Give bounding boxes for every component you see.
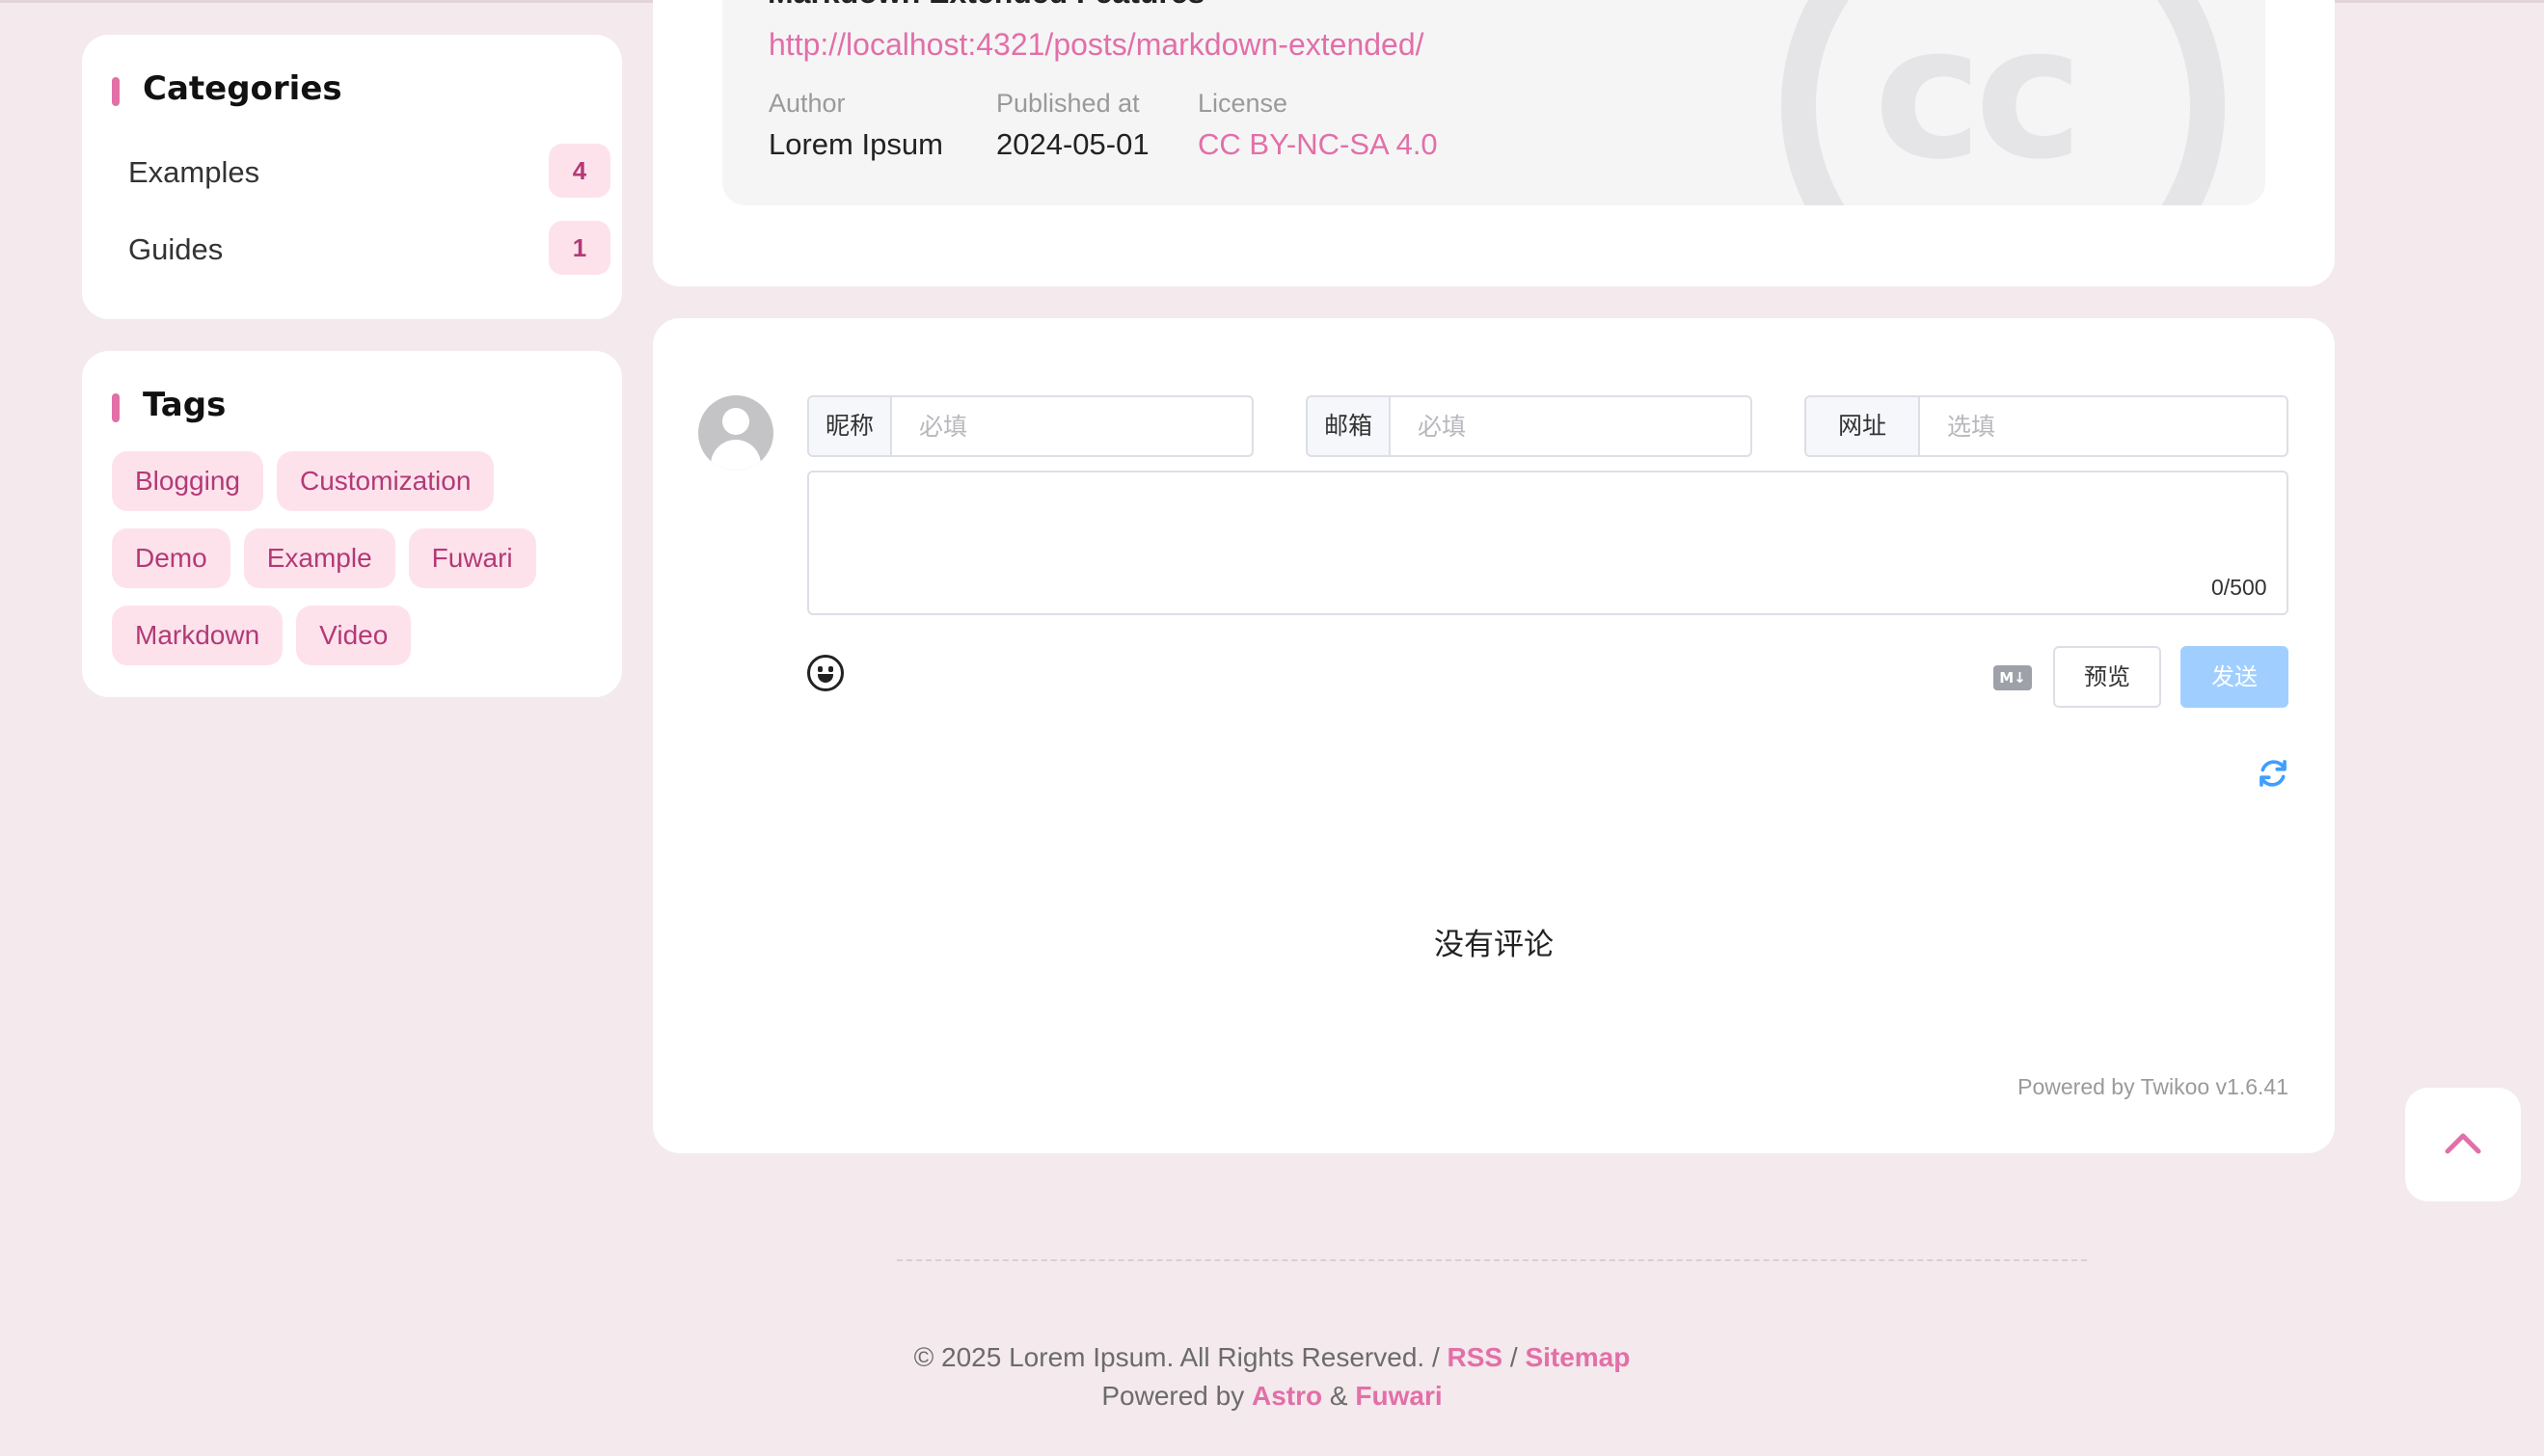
- tags-accent-bar: [112, 393, 120, 422]
- comment-textarea[interactable]: [807, 471, 2288, 615]
- category-label: Examples: [128, 155, 260, 189]
- post-url-link[interactable]: http://localhost:4321/posts/markdown-ext…: [769, 27, 1424, 63]
- empty-comments-text: 没有评论: [1434, 928, 1554, 962]
- avatar: [698, 395, 773, 471]
- categories-title: Categories: [143, 69, 342, 108]
- footer-separator: /: [1509, 1342, 1518, 1372]
- website-field: 网址: [1804, 395, 2288, 457]
- comments-card: 昵称 邮箱 网址 0/500 M↓ 预览 发送 没有评论 Powered by …: [653, 318, 2335, 1153]
- footer-powered-line: Powered by Astro & Fuwari: [0, 1381, 2544, 1412]
- send-button[interactable]: 发送: [2180, 646, 2288, 708]
- copyright-text: © 2025 Lorem Ipsum. All Rights Reserved.…: [913, 1342, 1440, 1372]
- twikoo-powered-by[interactable]: Powered by Twikoo v1.6.41: [2017, 1074, 2288, 1100]
- tag-customization[interactable]: Customization: [276, 451, 495, 511]
- tag-list: Blogging Customization Demo Example Fuwari …: [112, 451, 613, 683]
- back-to-top-button[interactable]: [2405, 1088, 2521, 1201]
- tag-fuwari[interactable]: Fuwari: [408, 528, 536, 588]
- cc-watermark-text: cc: [1874, 0, 2083, 200]
- emoji-icon[interactable]: [807, 655, 844, 691]
- character-counter: 0/500: [2211, 575, 2267, 600]
- email-label: 邮箱: [1308, 397, 1391, 455]
- rss-link[interactable]: RSS: [1448, 1342, 1503, 1372]
- category-label: Guides: [128, 232, 224, 266]
- author-value: Lorem Ipsum: [769, 127, 943, 161]
- tag-markdown[interactable]: Markdown: [112, 606, 284, 665]
- post-license-card: cc Markdown Extended Features http://loc…: [653, 0, 2335, 286]
- nickname-field: 昵称: [807, 395, 1254, 457]
- footer-copyright-line: © 2025 Lorem Ipsum. All Rights Reserved.…: [0, 1342, 2544, 1373]
- category-item-guides[interactable]: Guides 1: [128, 221, 610, 279]
- refresh-icon[interactable]: [2257, 757, 2289, 790]
- sitemap-link[interactable]: Sitemap: [1525, 1342, 1630, 1372]
- preview-button[interactable]: 预览: [2053, 646, 2161, 708]
- tag-video[interactable]: Video: [296, 606, 412, 665]
- author-label: Author: [769, 89, 846, 118]
- category-count-badge: 1: [549, 221, 610, 275]
- website-input[interactable]: [1920, 397, 2287, 455]
- creative-commons-icon: cc: [1781, 0, 2225, 205]
- powered-prefix: Powered by: [1101, 1381, 1245, 1411]
- chevron-up-icon: [2445, 1133, 2481, 1154]
- tags-widget: Tags Blogging Customization Demo Example Fu…: [82, 351, 622, 697]
- email-input[interactable]: [1391, 397, 1750, 455]
- nickname-label: 昵称: [809, 397, 892, 455]
- published-label: Published at: [996, 89, 1140, 118]
- license-link[interactable]: CC BY-NC-SA 4.0: [1198, 127, 1438, 162]
- astro-link[interactable]: Astro: [1252, 1381, 1322, 1411]
- footer-divider: [897, 1259, 2087, 1261]
- markdown-icon[interactable]: M↓: [1993, 665, 2032, 690]
- categories-widget: Categories Examples 4 Guides 1: [82, 35, 622, 319]
- published-value: 2024-05-01: [996, 127, 1150, 161]
- nickname-input[interactable]: [892, 397, 1252, 455]
- tag-blogging[interactable]: Blogging: [112, 451, 263, 511]
- website-label: 网址: [1806, 397, 1920, 455]
- category-count-badge: 4: [549, 144, 610, 198]
- license-label: License: [1198, 89, 1288, 118]
- post-title: Markdown Extended Features: [768, 0, 1204, 11]
- tag-example[interactable]: Example: [243, 528, 395, 588]
- tag-demo[interactable]: Demo: [112, 528, 230, 588]
- fuwari-link[interactable]: Fuwari: [1355, 1381, 1442, 1411]
- categories-accent-bar: [112, 77, 120, 106]
- ampersand: &: [1329, 1381, 1348, 1411]
- tags-title: Tags: [143, 386, 227, 424]
- email-field: 邮箱: [1306, 395, 1752, 457]
- category-item-examples[interactable]: Examples 4: [128, 144, 610, 202]
